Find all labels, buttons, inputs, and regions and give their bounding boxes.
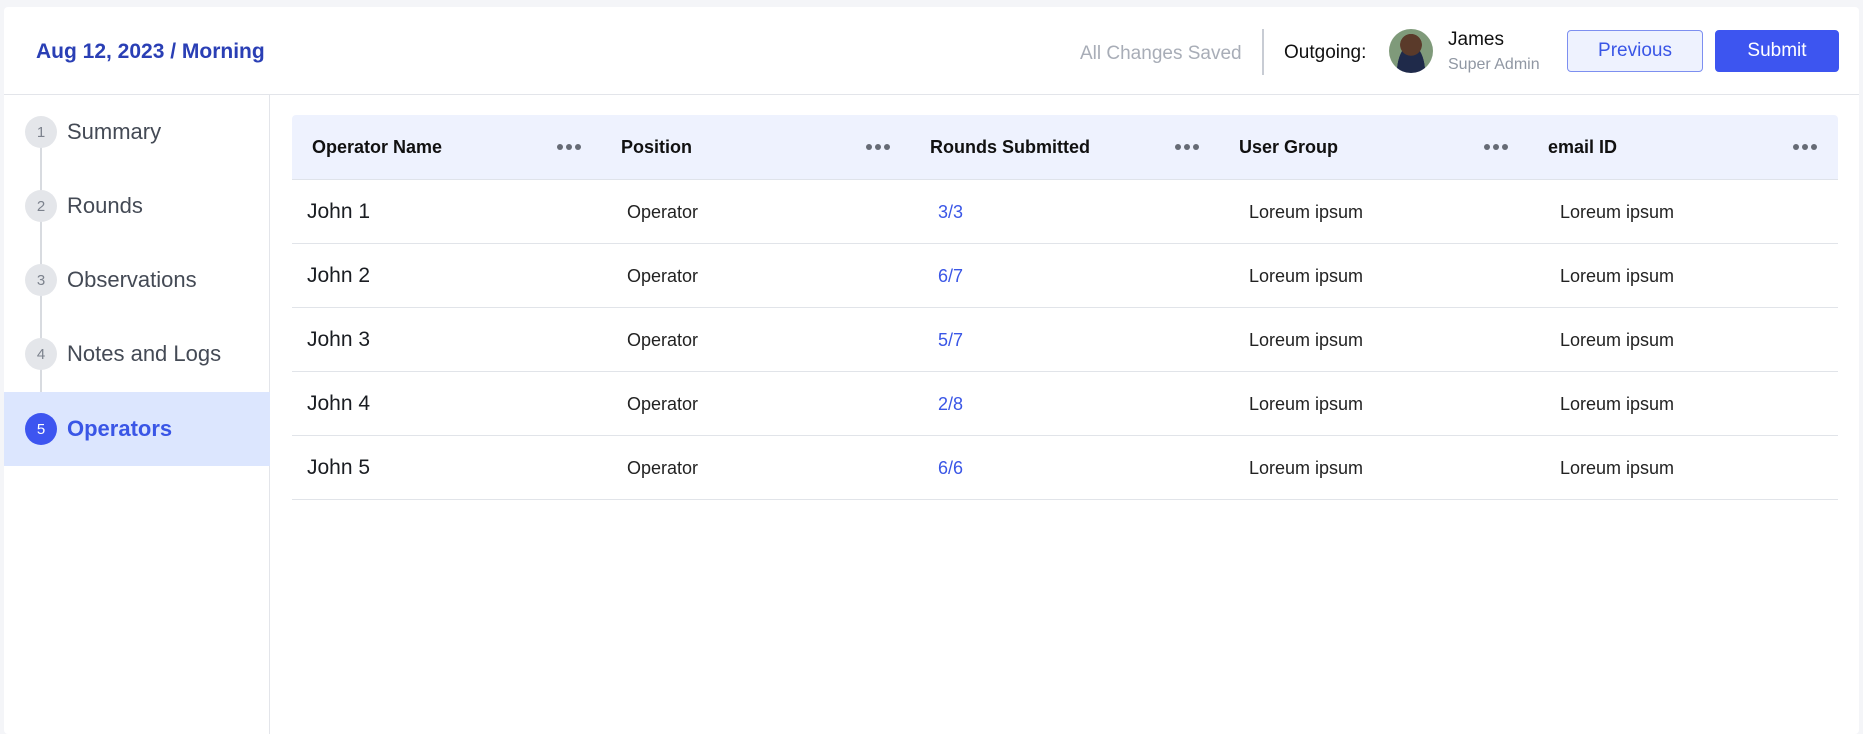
column-header-label: email ID [1548,137,1618,157]
user-group-cell: Loreum ipsum [1249,329,1364,350]
rounds-submitted-link[interactable]: 2/8 [938,372,963,436]
rounds-submitted-link[interactable]: 5/7 [938,308,963,372]
app-window: Aug 12, 2023 / Morning All Changes Saved… [4,7,1859,734]
more-horizontal-icon[interactable] [866,138,890,156]
operator-name-cell: John 2 [307,264,371,287]
step-observations[interactable]: 3 Observations [4,243,270,317]
previous-button[interactable]: Previous [1567,30,1703,72]
step-number: 5 [25,413,57,445]
table-header-row: Operator Name Position Rounds Submitted … [292,115,1838,180]
position-cell: Operator [627,457,699,478]
user-group-cell: Loreum ipsum [1249,201,1364,222]
operator-name-cell: John 5 [307,456,371,479]
column-header-email-id[interactable]: email ID [1528,115,1837,180]
position-cell: Operator [627,201,699,222]
step-number: 4 [25,338,57,370]
user-group-cell: Loreum ipsum [1249,265,1364,286]
column-header-label: Rounds Submitted [930,137,1090,157]
email-cell: Loreum ipsum [1560,201,1675,222]
column-header-position[interactable]: Position [601,115,910,180]
header-divider [1262,29,1264,75]
step-rounds[interactable]: 2 Rounds [4,169,270,243]
operator-name-cell: John 4 [307,392,371,415]
more-horizontal-icon[interactable] [1484,138,1508,156]
position-cell: Operator [627,393,699,414]
step-label: Summary [67,119,162,144]
step-summary[interactable]: 1 Summary [4,95,270,169]
table-row[interactable]: John 5 Operator 6/6 Loreum ipsum Loreum … [292,436,1838,500]
more-horizontal-icon[interactable] [1793,138,1817,156]
table-row[interactable]: John 3 Operator 5/7 Loreum ipsum Loreum … [292,308,1838,372]
steps-sidebar: 1 Summary 2 Rounds 3 Observations 4 Note… [4,95,270,734]
step-label: Observations [67,267,197,292]
step-number: 3 [25,264,57,296]
column-header-label: Position [621,137,692,157]
step-label: Operators [67,416,173,441]
user-role: Super Admin [1448,56,1540,73]
more-horizontal-icon[interactable] [1175,138,1199,156]
page-title: Aug 12, 2023 / Morning [36,40,265,63]
step-number: 1 [25,116,57,148]
column-header-rounds-submitted[interactable]: Rounds Submitted [910,115,1219,180]
rounds-submitted-link[interactable]: 3/3 [938,180,963,244]
table-row[interactable]: John 4 Operator 2/8 Loreum ipsum Loreum … [292,372,1838,436]
top-bar: Aug 12, 2023 / Morning All Changes Saved… [4,7,1859,95]
step-operators[interactable]: 5 Operators [4,392,270,466]
email-cell: Loreum ipsum [1560,393,1675,414]
step-label: Rounds [67,193,143,218]
user-name: James [1448,29,1504,50]
rounds-submitted-link[interactable]: 6/6 [938,436,963,500]
operator-name-cell: John 1 [307,200,371,223]
user-avatar[interactable] [1389,29,1433,73]
user-group-cell: Loreum ipsum [1249,393,1364,414]
email-cell: Loreum ipsum [1560,265,1675,286]
more-horizontal-icon[interactable] [557,138,581,156]
step-label: Notes and Logs [67,341,222,366]
step-number: 2 [25,190,57,222]
user-group-cell: Loreum ipsum [1249,457,1364,478]
submit-button[interactable]: Submit [1715,30,1839,72]
operators-table: Operator Name Position Rounds Submitted … [292,115,1838,500]
email-cell: Loreum ipsum [1560,457,1675,478]
table-row[interactable]: John 1 Operator 3/3 Loreum ipsum Loreum … [292,180,1838,244]
position-cell: Operator [627,265,699,286]
column-header-label: User Group [1239,137,1339,157]
email-cell: Loreum ipsum [1560,329,1675,350]
column-header-user-group[interactable]: User Group [1219,115,1528,180]
rounds-submitted-link[interactable]: 6/7 [938,244,963,308]
position-cell: Operator [627,329,699,350]
step-notes-and-logs[interactable]: 4 Notes and Logs [4,317,270,391]
save-status: All Changes Saved [1080,43,1242,64]
operator-name-cell: John 3 [307,328,371,351]
table-row[interactable]: John 2 Operator 6/7 Loreum ipsum Loreum … [292,244,1838,308]
outgoing-label: Outgoing: [1284,42,1367,63]
column-header-operator-name[interactable]: Operator Name [292,115,601,180]
column-header-label: Operator Name [312,137,443,157]
